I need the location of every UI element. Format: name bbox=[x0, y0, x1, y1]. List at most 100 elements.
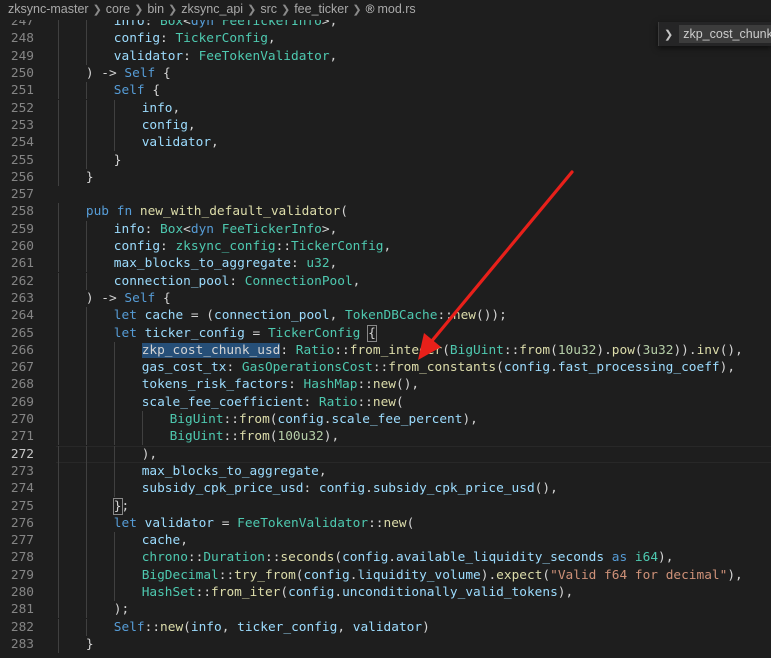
code-line[interactable]: 269 scale_fee_coefficient: Ratio::new( bbox=[0, 393, 771, 411]
code-line[interactable]: 257 bbox=[0, 186, 771, 203]
breadcrumb-item[interactable]: src bbox=[260, 2, 277, 16]
code-line[interactable]: 270 BigUint::from(config.scale_fee_percen… bbox=[0, 410, 771, 429]
indent-guide bbox=[113, 116, 115, 135]
breadcrumb-item[interactable]: bin bbox=[147, 2, 164, 16]
code-text: Self::new(info, ticker_config, validator… bbox=[114, 620, 430, 635]
code-line[interactable]: 281); bbox=[0, 601, 771, 619]
code-token: : bbox=[291, 256, 307, 272]
code-line[interactable]: 272), bbox=[0, 445, 771, 463]
code-token: subsidy_cpk_price_usd bbox=[372, 481, 535, 497]
code-line[interactable]: 252 info, bbox=[0, 99, 771, 117]
code-line[interactable]: 256} bbox=[0, 168, 771, 186]
indent-guide bbox=[58, 618, 59, 636]
code-token: ), bbox=[462, 412, 478, 428]
code-token: info bbox=[190, 619, 222, 635]
code-line[interactable]: 267 gas_cost_tx: GasOperationsCost::from_… bbox=[0, 359, 771, 377]
code-line[interactable]: 275}; bbox=[0, 497, 771, 515]
code-line[interactable]: 259 info: Box<dyn FeeTickerInfo>, bbox=[0, 220, 771, 238]
indent-guide bbox=[85, 566, 87, 584]
indent-guide bbox=[58, 220, 59, 238]
indent-guide bbox=[141, 428, 143, 446]
code-line[interactable]: 283} bbox=[0, 635, 771, 654]
indent-guide bbox=[85, 82, 87, 100]
code-token: , bbox=[172, 100, 181, 116]
code-line[interactable]: 274 subsidy_cpk_price_usd: config.subsidy… bbox=[0, 480, 771, 498]
code-token: ( bbox=[442, 342, 450, 358]
code-text: zkp_cost_chunk_usd: Ratio::from_integer(… bbox=[141, 342, 743, 358]
indent-guide bbox=[85, 618, 87, 636]
code-line[interactable]: 271 BigUint::from(100u32), bbox=[0, 428, 771, 446]
code-token: new_with_default_validator bbox=[139, 204, 341, 220]
code-token: subsidy_cpk_price_usd bbox=[141, 481, 304, 497]
line-number: 264 bbox=[10, 308, 34, 324]
code-token: TickerConfig bbox=[267, 325, 361, 341]
indent-guide bbox=[58, 635, 59, 654]
code-token: : bbox=[144, 221, 161, 237]
breadcrumb-item[interactable]: zksync_api bbox=[181, 2, 243, 16]
code-editor[interactable]: 247 info: Box<dyn FeeTickerInfo>, 248 confi… bbox=[0, 20, 771, 658]
code-token: zksync_config bbox=[175, 239, 276, 255]
code-token: ( bbox=[395, 394, 404, 410]
code-line[interactable]: 261 max_blocks_to_aggregate: u32, bbox=[0, 255, 771, 273]
code-token: . bbox=[388, 550, 397, 566]
code-token: :: bbox=[218, 567, 235, 583]
code-token: cache bbox=[144, 308, 184, 324]
indent-guide bbox=[58, 151, 59, 169]
indent-guide bbox=[85, 272, 87, 290]
code-line[interactable]: 266 zkp_cost_chunk_usd: Ratio::from_integ… bbox=[0, 341, 771, 359]
code-token: : bbox=[144, 20, 161, 30]
code-token: tokens_risk_factors bbox=[141, 377, 289, 393]
line-number: 257 bbox=[10, 187, 34, 203]
line-number: 272 bbox=[10, 446, 34, 462]
code-line[interactable]: 258 pub fn new_with_default_validator( bbox=[0, 203, 771, 221]
indent-guide bbox=[58, 134, 59, 152]
code-line[interactable]: 255} bbox=[0, 151, 771, 169]
code-line[interactable]: 273 max_blocks_to_aggregate, bbox=[0, 462, 771, 481]
code-line[interactable]: 254 validator, bbox=[0, 134, 771, 152]
code-token: inv bbox=[696, 342, 720, 358]
code-token: ), bbox=[727, 567, 743, 583]
code-line[interactable]: 279 BigDecimal::try_from(config.liquidity… bbox=[0, 566, 771, 584]
code-line[interactable]: 251 Self { bbox=[0, 82, 771, 100]
code-line[interactable]: 262 connection_pool: ConnectionPool, bbox=[0, 272, 771, 290]
code-text: info: Box<dyn FeeTickerInfo>, bbox=[114, 20, 338, 29]
code-line[interactable]: 276 let validator = FeeTokenValidator::ne… bbox=[0, 514, 771, 532]
breadcrumb-item[interactable]: mod.rs bbox=[377, 2, 415, 16]
code-line[interactable]: 248 config: TickerConfig, bbox=[0, 30, 771, 48]
code-token: ), bbox=[719, 360, 736, 376]
code-line[interactable]: 278 chrono::Duration::seconds(config.avai… bbox=[0, 549, 771, 567]
breadcrumb-item[interactable]: fee_ticker bbox=[294, 2, 348, 16]
code-token: chrono bbox=[141, 550, 188, 566]
indent-guide bbox=[85, 341, 87, 359]
code-line[interactable]: 263) -> Self { bbox=[0, 289, 771, 308]
code-token: i64 bbox=[634, 550, 659, 566]
code-line[interactable]: 250) -> Self { bbox=[0, 64, 771, 83]
code-text: connection_pool: ConnectionPool, bbox=[114, 274, 361, 289]
code-text: } bbox=[86, 170, 94, 185]
code-line[interactable]: 268 tokens_risk_factors: HashMap::new(), bbox=[0, 376, 771, 394]
indent-guide bbox=[85, 255, 87, 273]
indent-guide bbox=[58, 255, 59, 273]
breadcrumb-item[interactable]: zksync-master bbox=[8, 2, 89, 16]
code-line[interactable]: 277 cache, bbox=[0, 532, 771, 550]
breadcrumb-item[interactable]: core bbox=[106, 2, 130, 16]
code-line[interactable]: 280 HashSet::from_iter(config.uncondition… bbox=[0, 583, 771, 602]
breadcrumb: zksync-master ❯ core ❯ bin ❯ zksync_api ❯ src ❯ fe… bbox=[0, 0, 771, 18]
code-line[interactable]: 282 Self::new(info, ticker_config, valida… bbox=[0, 618, 771, 636]
code-line[interactable]: 247 info: Box<dyn FeeTickerInfo>, bbox=[0, 20, 771, 31]
code-line[interactable]: 260 config: zksync_config::TickerConfig, bbox=[0, 237, 771, 256]
indent-guide bbox=[85, 532, 87, 550]
find-input[interactable]: zkp_cost_chunk_us bbox=[679, 25, 771, 43]
code-line[interactable]: 253 config, bbox=[0, 116, 771, 135]
code-line[interactable]: 264 let cache = (connection_pool, TokenDB… bbox=[0, 307, 771, 325]
code-token: from bbox=[238, 412, 270, 428]
chevron-right-icon: ❯ bbox=[92, 3, 102, 16]
code-token: ) -> bbox=[85, 66, 125, 82]
code-line[interactable]: 265 let ticker_config = TickerConfig { bbox=[0, 324, 771, 342]
code-line[interactable]: 249 validator: FeeTokenValidator, bbox=[0, 47, 771, 65]
line-number: 250 bbox=[10, 66, 34, 82]
code-token: { bbox=[144, 83, 161, 99]
code-token: unconditionally_valid_tokens bbox=[342, 585, 558, 601]
find-widget[interactable]: ❯ zkp_cost_chunk_us bbox=[658, 22, 771, 46]
chevron-right-icon[interactable]: ❯ bbox=[664, 28, 673, 41]
